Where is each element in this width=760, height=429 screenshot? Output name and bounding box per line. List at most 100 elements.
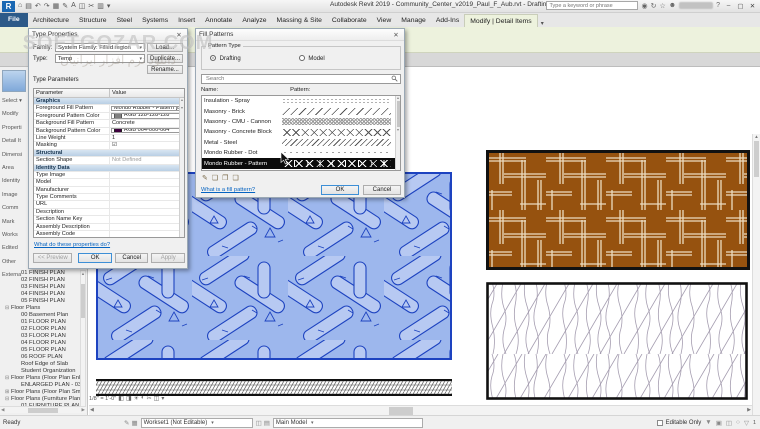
project-browser-item[interactable]: ⊞ Floor Plans (Floor Plan Small bbox=[1, 389, 81, 396]
view-scale[interactable]: 1/8" = 1'-0" bbox=[89, 396, 116, 402]
type-parameter-row[interactable]: Background Fill Pattern Concrete bbox=[34, 120, 184, 127]
ribbon-tab[interactable]: Insert bbox=[173, 14, 200, 27]
parameter-value[interactable] bbox=[110, 179, 184, 185]
fill-pattern-row[interactable]: Masonry - Concrete Block bbox=[202, 127, 400, 137]
project-browser-item[interactable]: 04 FINISH PLAN bbox=[1, 291, 81, 298]
qat-icon[interactable]: ▥ bbox=[97, 2, 104, 10]
type-parameter-row[interactable]: Manufacturer bbox=[34, 187, 184, 194]
type-parameter-row[interactable]: Type Comments bbox=[34, 194, 184, 201]
close-icon[interactable]: ✕ bbox=[174, 31, 184, 39]
ribbon-tab[interactable]: Collaborate bbox=[327, 14, 372, 27]
cancel-button[interactable]: Cancel bbox=[115, 253, 149, 263]
parameter-column-header[interactable]: Parameter bbox=[34, 89, 110, 97]
window-control-button[interactable]: – bbox=[723, 2, 734, 10]
qat-icon[interactable]: ⌂ bbox=[18, 2, 22, 10]
type-parameter-row[interactable]: Assembly Description bbox=[34, 224, 184, 231]
model-radio[interactable]: Model bbox=[299, 55, 325, 62]
help-icon[interactable]: ? bbox=[716, 2, 720, 9]
canvas-horizontal-scrollbar[interactable]: ◀ ▶ bbox=[89, 405, 752, 415]
scrollbar-thumb[interactable] bbox=[389, 407, 413, 415]
infocenter-icon[interactable]: ☻ bbox=[669, 2, 676, 10]
status-bar-icon[interactable]: ✎ bbox=[124, 419, 129, 427]
type-parameter-row[interactable]: Masking ☑ bbox=[34, 142, 184, 149]
close-icon[interactable]: ✕ bbox=[391, 31, 401, 39]
list-vertical-scrollbar[interactable]: ▲▼ bbox=[395, 96, 400, 170]
fill-pattern-row[interactable]: Metal - Steel bbox=[202, 138, 400, 148]
pattern-tool-icon[interactable]: ❐ bbox=[222, 174, 228, 182]
type-parameter-row[interactable]: Section Shape Not Defined bbox=[34, 157, 184, 164]
dialog-title-bar[interactable]: Type Properties ✕ bbox=[29, 29, 187, 41]
project-browser-item[interactable]: Roof Edge of Slab bbox=[1, 361, 81, 368]
project-browser-item[interactable]: ⊟ Floor Plans bbox=[1, 305, 81, 312]
qat-icon[interactable]: ▤ bbox=[25, 2, 32, 10]
ribbon-expander-icon[interactable]: ▾ bbox=[538, 20, 547, 27]
pattern-tool-icon[interactable]: ❏ bbox=[212, 174, 218, 182]
type-parameter-row[interactable]: Foreground Pattern Color RGB 128-128-128 bbox=[34, 113, 184, 120]
fill-pattern-row[interactable]: Mondo Rubber - Pattern bbox=[202, 158, 400, 168]
pattern-tool-icon[interactable]: ✎ bbox=[202, 174, 208, 182]
project-browser-item[interactable]: 02 FLOOR PLAN bbox=[1, 326, 81, 333]
status-bar-icon[interactable]: ◫ bbox=[726, 419, 732, 427]
parameter-value[interactable] bbox=[110, 209, 184, 215]
type-parameter-row[interactable]: Line Weight 1 bbox=[34, 135, 184, 142]
project-browser-item[interactable]: Student Organization bbox=[1, 368, 81, 375]
ribbon-tab[interactable]: Add-Ins bbox=[431, 14, 464, 27]
view-control-icon[interactable]: ◐ bbox=[141, 395, 145, 402]
type-parameter-row[interactable]: Graphics bbox=[34, 98, 184, 105]
user-name-blurred[interactable] bbox=[679, 2, 713, 9]
parameter-value[interactable] bbox=[110, 231, 184, 237]
type-parameter-row[interactable]: URL bbox=[34, 201, 184, 208]
type-parameter-row[interactable]: Background Pattern Color RGB 064-000-064 bbox=[34, 128, 184, 135]
workset-dropdown[interactable]: Workset1 (Not Editable) ▾ bbox=[141, 418, 253, 428]
value-column-header[interactable]: Value bbox=[110, 89, 184, 97]
table-vertical-scrollbar[interactable]: ▲▼ bbox=[179, 98, 184, 237]
parameter-value[interactable]: RGB 064-000-064 bbox=[111, 128, 183, 133]
family-dropdown[interactable]: System Family: Filled region ▾ bbox=[55, 43, 145, 52]
parameter-value[interactable] bbox=[110, 187, 184, 193]
parameter-value[interactable] bbox=[110, 172, 184, 178]
fill-pattern-row[interactable]: Mortar bbox=[202, 169, 400, 171]
status-bar-icon[interactable]: ○ bbox=[736, 419, 740, 427]
pattern-search-input[interactable] bbox=[204, 75, 391, 83]
parameter-value[interactable]: Mondo Rubber - Pattern [Draftin bbox=[111, 106, 183, 111]
infocenter-icon[interactable]: ↻ bbox=[651, 2, 657, 10]
status-bar-icon[interactable]: ◫ bbox=[256, 419, 262, 427]
filled-region-brown-weave[interactable] bbox=[486, 150, 750, 270]
filled-region-wavy-crosshatch[interactable] bbox=[486, 282, 748, 400]
scrollbar-thumb[interactable] bbox=[397, 101, 400, 127]
ribbon-tab[interactable]: View bbox=[372, 14, 397, 27]
parameter-value[interactable] bbox=[110, 224, 184, 230]
project-browser-item[interactable]: ⊟ Floor Plans (Floor Plan Enlarg bbox=[1, 375, 81, 382]
fill-pattern-row[interactable]: Mondo Rubber - Dot bbox=[202, 148, 400, 158]
type-parameter-row[interactable]: Type Image bbox=[34, 172, 184, 179]
project-browser-item[interactable]: 02 FINISH PLAN bbox=[1, 277, 81, 284]
fill-pattern-row[interactable]: Masonry - Brick bbox=[202, 106, 400, 116]
ok-button[interactable]: OK bbox=[321, 185, 359, 195]
apply-button[interactable]: Apply bbox=[151, 253, 185, 263]
view-control-icon[interactable]: ◨ bbox=[126, 395, 132, 402]
view-control-icon[interactable]: ▾ bbox=[161, 395, 164, 402]
parameter-value[interactable]: 1 bbox=[110, 135, 184, 141]
project-browser-item[interactable]: 05 FINISH PLAN bbox=[1, 298, 81, 305]
ribbon-tab[interactable]: Systems bbox=[137, 14, 173, 27]
properties-help-link[interactable]: What do these properties do? bbox=[34, 242, 110, 248]
scrollbar-thumb[interactable] bbox=[754, 141, 759, 177]
project-browser-item[interactable]: 05 FLOOR PLAN bbox=[1, 347, 81, 354]
project-browser-item[interactable]: 04 FLOOR PLAN bbox=[1, 340, 81, 347]
parameter-value[interactable]: ☑ bbox=[110, 142, 184, 148]
qat-icon[interactable]: ↶ bbox=[35, 2, 41, 10]
project-browser-item[interactable]: ⊟ Floor Plans (Furniture Plan) bbox=[1, 396, 81, 403]
project-browser-item[interactable]: 03 FLOOR PLAN bbox=[1, 333, 81, 340]
project-browser-item[interactable]: 00 Basement Plan bbox=[1, 312, 81, 319]
view-control-icon[interactable]: ☀ bbox=[134, 395, 139, 402]
fill-pattern-row[interactable]: Insulation - Spray bbox=[202, 96, 400, 106]
project-browser-item[interactable]: 06 ROOF PLAN bbox=[1, 354, 81, 361]
dialog-title-bar[interactable]: Fill Patterns ✕ bbox=[196, 29, 404, 41]
design-option-dropdown[interactable]: Main Model ▾ bbox=[273, 418, 423, 428]
ok-button[interactable]: OK bbox=[78, 253, 112, 263]
ribbon-tab[interactable]: Annotate bbox=[200, 14, 237, 27]
view-control-icon[interactable]: ✂ bbox=[147, 395, 152, 402]
status-bar-icon[interactable]: ▣ bbox=[716, 419, 722, 427]
cancel-button[interactable]: Cancel bbox=[363, 185, 401, 195]
parameter-value[interactable] bbox=[110, 201, 184, 207]
